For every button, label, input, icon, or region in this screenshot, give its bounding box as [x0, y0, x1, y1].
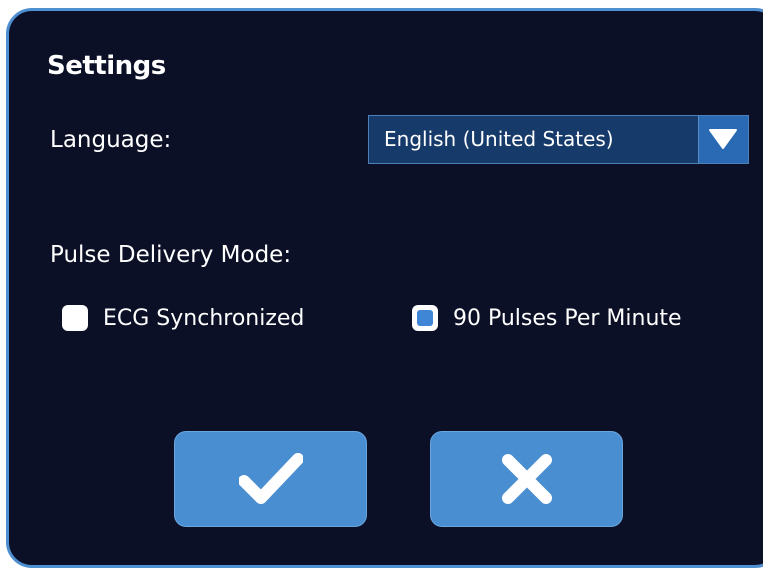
- ecg-synchronized-option[interactable]: ECG Synchronized: [62, 303, 304, 333]
- settings-dialog: Settings Language: English (United State…: [6, 8, 763, 568]
- close-icon: [501, 454, 552, 504]
- pulse-delivery-mode-label: Pulse Delivery Mode:: [50, 242, 292, 268]
- cancel-button[interactable]: [430, 431, 623, 527]
- ninety-pulses-checkbox[interactable]: [412, 305, 438, 331]
- dialog-title: Settings: [47, 51, 166, 81]
- dropdown-toggle-button[interactable]: [698, 116, 748, 163]
- ecg-synchronized-checkbox[interactable]: [62, 305, 88, 331]
- ninety-pulses-label: 90 Pulses Per Minute: [453, 305, 682, 331]
- language-label: Language:: [50, 127, 172, 153]
- language-dropdown[interactable]: English (United States): [368, 115, 749, 164]
- confirm-button[interactable]: [174, 431, 367, 527]
- language-selected-value: English (United States): [384, 127, 614, 151]
- checkbox-checked-indicator: [417, 310, 433, 326]
- ecg-synchronized-label: ECG Synchronized: [103, 305, 305, 331]
- ninety-pulses-option[interactable]: 90 Pulses Per Minute: [412, 303, 682, 333]
- triangle-down-icon: [709, 129, 737, 149]
- checkmark-icon: [238, 453, 303, 504]
